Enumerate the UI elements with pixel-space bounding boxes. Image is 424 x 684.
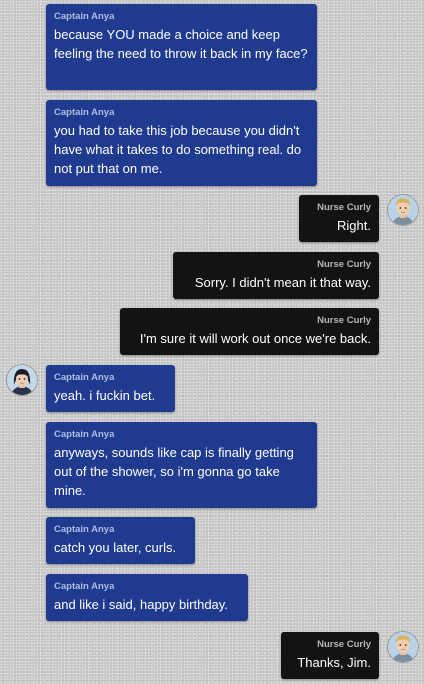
message-text: Right. [337, 218, 371, 233]
message-bubble-anya: Captain Anya anyways, sounds like cap is… [46, 422, 317, 508]
anya-avatar-icon [7, 365, 37, 395]
sender-name: Nurse Curly [317, 259, 371, 270]
message-bubble-anya: Captain Anya catch you later, curls. [46, 517, 195, 564]
message-bubble-anya: Captain Anya you had to take this job be… [46, 100, 317, 186]
message-text: Thanks, Jim. [297, 655, 371, 670]
sender-name: Nurse Curly [317, 315, 371, 326]
message-bubble-curly: Nurse Curly Thanks, Jim. [281, 632, 379, 679]
curly-avatar-icon [388, 195, 418, 225]
message-bubble-curly: Nurse Curly Right. [299, 195, 379, 242]
sender-name: Captain Anya [54, 372, 115, 383]
message-text: Sorry. I didn't mean it that way. [194, 275, 371, 290]
message-text: yeah. i fuckin bet. [54, 388, 156, 403]
message-text: anyways, sounds like cap is finally gett… [54, 445, 294, 498]
message-bubble-anya: Captain Anya because YOU made a choice a… [46, 4, 317, 90]
message-text: and like i said, happy birthday. [54, 597, 228, 612]
message-text: I'm sure it will work out once we're bac… [139, 331, 371, 346]
message-bubble-curly: Nurse Curly Sorry. I didn't mean it that… [173, 252, 379, 299]
message-text: catch you later, curls. [54, 540, 177, 555]
sender-name: Nurse Curly [317, 202, 371, 213]
message-text: because YOU made a choice and keep feeli… [54, 27, 308, 61]
message-bubble-anya: Captain Anya yeah. i fuckin bet. [46, 365, 175, 412]
message-text: you had to take this job because you did… [54, 123, 302, 176]
sender-name: Captain Anya [54, 581, 115, 592]
sender-name: Captain Anya [54, 524, 115, 535]
message-bubble-curly: Nurse Curly I'm sure it will work out on… [120, 308, 379, 355]
sender-name: Nurse Curly [317, 639, 371, 650]
curly-avatar-icon [388, 632, 418, 662]
sender-name: Captain Anya [54, 429, 115, 440]
sender-name: Captain Anya [54, 107, 115, 118]
sender-name: Captain Anya [54, 11, 115, 22]
message-bubble-anya: Captain Anya and like i said, happy birt… [46, 574, 248, 621]
